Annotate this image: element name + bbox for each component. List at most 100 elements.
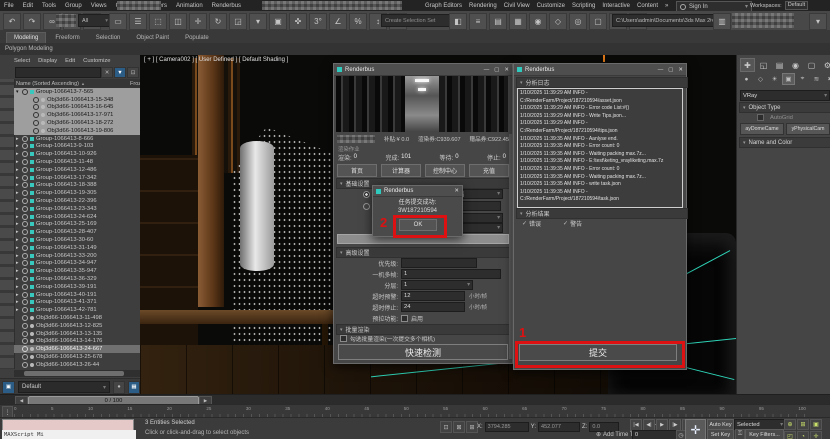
analysis-result-header[interactable]: 分析结果 <box>516 208 688 219</box>
explorer-row[interactable]: Obj3d66-1066413-25-678 <box>14 353 140 361</box>
visibility-icon[interactable] <box>22 260 28 267</box>
menu-item[interactable]: Group <box>65 3 82 9</box>
timeout-stop-input[interactable]: 24 <box>401 302 465 312</box>
advanced-settings-header[interactable]: 高级设置 <box>336 247 511 258</box>
visibility-icon[interactable] <box>22 268 28 275</box>
explorer-row[interactable]: Obj3d66-1066413-15-348 <box>14 95 140 104</box>
menu-item[interactable]: Rendering <box>469 3 497 9</box>
helpers-category-icon[interactable]: ⌖ <box>796 73 809 85</box>
window-crossing-icon[interactable]: ◫ <box>169 13 187 30</box>
explorer-row[interactable]: Group-1066413-35-947 <box>14 267 140 275</box>
visibility-icon[interactable] <box>33 96 39 103</box>
explorer-row[interactable]: Obj3d66-1066413-14-176 <box>14 338 140 346</box>
hierarchy-tab-icon[interactable]: ▤ <box>772 58 787 72</box>
minimize-icon[interactable]: — <box>658 67 664 73</box>
selection-lock-icon[interactable]: ⊠ <box>453 421 465 433</box>
explorer-row[interactable]: Obj3d66-1066413-24-667 <box>14 345 140 354</box>
shapes-category-icon[interactable]: ◇ <box>754 73 767 85</box>
scrollbar-thumb[interactable] <box>24 371 124 376</box>
menu-item[interactable]: Animation <box>176 3 203 9</box>
explorer-row[interactable]: Group-1066413-33-200 <box>14 252 140 260</box>
schematic-view-icon[interactable]: ◇ <box>549 13 567 30</box>
visibility-icon[interactable] <box>22 283 28 290</box>
menu-item[interactable]: Civil View <box>504 3 530 9</box>
set-key-button[interactable]: Set Key <box>707 429 734 439</box>
selection-set-icon[interactable]: ▣ <box>2 380 15 394</box>
explorer-row[interactable]: Group-1066413-8-666 <box>14 135 140 143</box>
utilities-tab-icon[interactable]: ⚙ <box>820 58 830 72</box>
menu-item[interactable]: » <box>665 3 668 9</box>
rectangular-selection-region-icon[interactable]: ⬚ <box>149 13 167 30</box>
visibility-icon[interactable] <box>22 166 28 173</box>
spacewarps-category-icon[interactable]: ≋ <box>810 73 823 85</box>
material-editor-icon[interactable]: ◎ <box>569 13 587 30</box>
nav-button[interactable]: 首页 <box>337 163 377 177</box>
dialog-title-bar[interactable]: Renderbus — ▢ ✕ <box>334 64 512 76</box>
name-column-header[interactable]: Name (Sorted Ascending) <box>16 81 79 87</box>
explorer-menu-item[interactable]: Customize <box>83 58 110 64</box>
menu-item[interactable]: Renderbus <box>212 3 241 9</box>
motion-tab-icon[interactable]: ◉ <box>788 58 803 72</box>
project-folder-icon[interactable]: ▥ <box>713 13 731 30</box>
close-icon[interactable]: ✕ <box>504 67 509 73</box>
submit-button[interactable]: 提交 <box>519 344 677 361</box>
mirror-icon[interactable]: ◧ <box>449 13 467 30</box>
display-tab-icon[interactable]: ▢ <box>804 58 819 72</box>
toggle-layer-explorer-icon[interactable]: ▦ <box>509 13 527 30</box>
visibility-icon[interactable] <box>22 330 28 337</box>
ribbon-tab[interactable]: Modeling <box>6 32 47 43</box>
y-coordinate-field[interactable]: 452.077 <box>538 422 581 432</box>
key-icon[interactable]: ⚿ <box>735 429 745 439</box>
explorer-row[interactable]: Group-1066413-28-407 <box>14 228 140 236</box>
maximize-icon[interactable]: ▢ <box>494 67 499 73</box>
explorer-row[interactable]: Group-1066413-34-947 <box>14 260 140 268</box>
explorer-row[interactable]: Obj3d66-1066413-12-825 <box>14 322 140 330</box>
visibility-icon[interactable] <box>22 299 28 306</box>
visibility-icon[interactable] <box>22 229 28 236</box>
visibility-icon[interactable] <box>22 361 28 368</box>
analysis-log-box[interactable]: 1/10/2025 11:39:29 AM INFO - C:/RenderFar… <box>517 88 683 208</box>
align-icon[interactable]: ≡ <box>469 13 487 30</box>
visibility-icon[interactable] <box>22 346 28 353</box>
explorer-row[interactable]: Group-1066413-30-60 <box>14 236 140 244</box>
toolbar-overflow-icon[interactable]: ▾ <box>809 13 827 30</box>
menu-item[interactable]: Scripting <box>572 3 595 9</box>
curve-editor-icon[interactable]: ◉ <box>529 13 547 30</box>
maximize-icon[interactable]: ▢ <box>668 67 673 73</box>
visibility-icon[interactable] <box>22 353 28 360</box>
menu-item[interactable]: Customize <box>537 3 565 9</box>
ribbon-tab[interactable]: Freeform <box>48 33 86 43</box>
toggle-scene-explorer-icon[interactable]: ▤ <box>489 13 507 30</box>
menu-item[interactable]: File <box>4 3 14 9</box>
explorer-row[interactable]: Group-1066413-17-342 <box>14 174 140 182</box>
explorer-row[interactable]: Group-1066413-40-191 <box>14 291 140 299</box>
zoom-all-icon[interactable]: ⊞ <box>797 419 809 430</box>
prepull-checkbox[interactable] <box>401 314 408 322</box>
create-selection-set-field[interactable]: Create Selection Set <box>381 14 451 27</box>
track-bar[interactable]: ⋮ 0 5 10 15 20 25 30 35 40 45 50 55 60 65 70 75 80 85 90 95… <box>0 404 830 419</box>
ribbon-tab[interactable]: Populate <box>178 33 216 43</box>
priority-input[interactable] <box>401 258 477 268</box>
percent-snap-icon[interactable]: % <box>349 13 367 30</box>
log-dialog-title-bar[interactable]: Renderbus — ▢ ✕ <box>514 64 686 76</box>
visibility-icon[interactable] <box>22 252 28 259</box>
explorer-row[interactable]: Group-1066413-19-305 <box>14 189 140 197</box>
visibility-icon[interactable] <box>22 244 28 251</box>
popup-title-bar[interactable]: Renderbus ✕ <box>373 186 462 197</box>
explorer-row[interactable]: Obj3d66-1066413-16-645 <box>14 103 140 112</box>
layer-dropdown[interactable]: 1 ▾ <box>401 280 473 290</box>
select-object-icon[interactable]: ▭ <box>109 13 127 30</box>
render-setup-icon[interactable]: ▢ <box>589 13 607 30</box>
explorer-row[interactable]: Group-1066413-42-781 <box>14 306 140 314</box>
lights-category-icon[interactable]: ☀ <box>768 73 781 85</box>
error-check[interactable]: ✓ 错误 <box>522 219 541 228</box>
field-of-view-icon[interactable]: ◔ <box>797 431 809 439</box>
quick-check-button[interactable]: 快速检测 <box>338 344 508 360</box>
object-type-rollout[interactable]: Object Type <box>739 102 830 113</box>
project-folder-dropdown[interactable]: C:\Users\admin\Documents\3ds Max 2020▾ <box>612 14 718 27</box>
zoom-extents-icon[interactable]: ▣ <box>810 419 822 430</box>
ribbon-tab[interactable]: Selection <box>89 33 128 43</box>
visibility-icon[interactable] <box>22 276 28 283</box>
camera-type-dropdown[interactable]: VRay ▾ <box>740 90 830 101</box>
redo-icon[interactable]: ↷ <box>23 13 41 30</box>
